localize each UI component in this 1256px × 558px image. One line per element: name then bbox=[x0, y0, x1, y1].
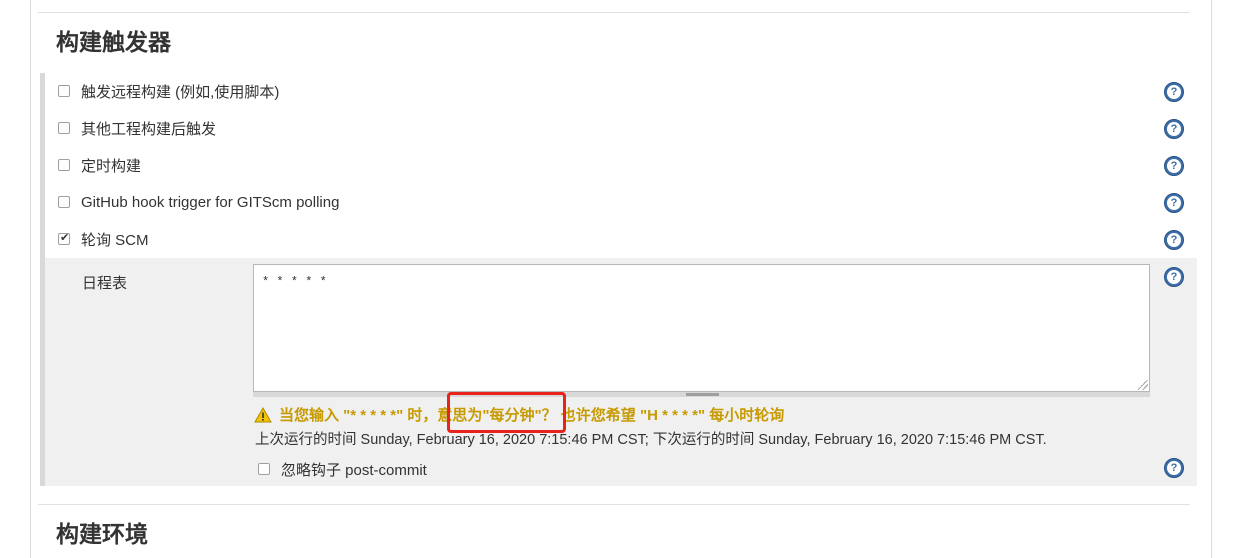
build-triggers-title: 构建触发器 bbox=[56, 30, 171, 56]
question-glyph: ? bbox=[1167, 85, 1181, 99]
question-glyph: ? bbox=[1167, 159, 1181, 173]
textarea-resize-handle[interactable] bbox=[1138, 380, 1148, 390]
ignore-post-commit-label: 忽略钩子 post-commit bbox=[281, 461, 427, 479]
trigger-after-other-build-row[interactable]: 其他工程构建后触发 bbox=[58, 117, 216, 139]
schedule-textarea-container: * * * * * bbox=[253, 264, 1150, 392]
section-divider-top bbox=[38, 12, 1190, 13]
trigger-after-other-build-label: 其他工程构建后触发 bbox=[81, 120, 217, 138]
question-glyph: ? bbox=[1167, 461, 1181, 475]
trigger-github-hook-row[interactable]: GitHub hook trigger for GITScm polling bbox=[58, 191, 339, 213]
question-glyph: ? bbox=[1167, 233, 1181, 247]
annotation-highlight-box bbox=[447, 392, 566, 433]
trigger-github-hook-checkbox[interactable] bbox=[58, 196, 70, 208]
trigger-remote-build-row[interactable]: 触发远程构建 (例如,使用脚本) bbox=[58, 80, 279, 102]
help-after-other-build-icon[interactable]: ? bbox=[1164, 119, 1184, 139]
help-github-hook-icon[interactable]: ? bbox=[1164, 193, 1184, 213]
section-divider bbox=[38, 504, 1190, 505]
schedule-label: 日程表 bbox=[82, 275, 128, 292]
schedule-textarea[interactable]: * * * * * bbox=[254, 265, 1149, 391]
trigger-remote-build-checkbox[interactable] bbox=[58, 85, 70, 97]
help-scheduled-build-icon[interactable]: ? bbox=[1164, 156, 1184, 176]
trigger-poll-scm-checkbox[interactable] bbox=[58, 231, 70, 245]
ignore-post-commit-row[interactable]: 忽略钩子 post-commit bbox=[258, 458, 427, 480]
question-glyph: ? bbox=[1167, 270, 1181, 284]
warning-triangle-icon bbox=[254, 406, 272, 422]
schedule-run-info: 上次运行的时间 Sunday, February 16, 2020 7:15:4… bbox=[255, 432, 1047, 448]
question-glyph: ? bbox=[1167, 122, 1181, 136]
trigger-poll-scm-label: 轮询 SCM bbox=[81, 231, 149, 249]
trigger-scheduled-build-label: 定时构建 bbox=[81, 157, 142, 175]
trigger-poll-scm-row[interactable]: 轮询 SCM bbox=[58, 228, 149, 250]
question-glyph: ? bbox=[1167, 196, 1181, 210]
trigger-remote-build-label: 触发远程构建 (例如,使用脚本) bbox=[81, 83, 280, 101]
build-environment-title: 构建环境 bbox=[56, 522, 148, 548]
ignore-post-commit-checkbox[interactable] bbox=[258, 463, 270, 475]
trigger-github-hook-label: GitHub hook trigger for GITScm polling bbox=[81, 193, 340, 211]
help-remote-build-icon[interactable]: ? bbox=[1164, 82, 1184, 102]
trigger-scheduled-build-checkbox[interactable] bbox=[58, 159, 70, 171]
help-poll-scm-icon[interactable]: ? bbox=[1164, 230, 1184, 250]
trigger-after-other-build-checkbox[interactable] bbox=[58, 122, 70, 134]
trigger-scheduled-build-row[interactable]: 定时构建 bbox=[58, 154, 141, 176]
help-schedule-icon[interactable]: ? bbox=[1164, 267, 1184, 287]
help-ignore-hook-icon[interactable]: ? bbox=[1164, 458, 1184, 478]
textarea-expand-handle[interactable] bbox=[686, 393, 719, 396]
